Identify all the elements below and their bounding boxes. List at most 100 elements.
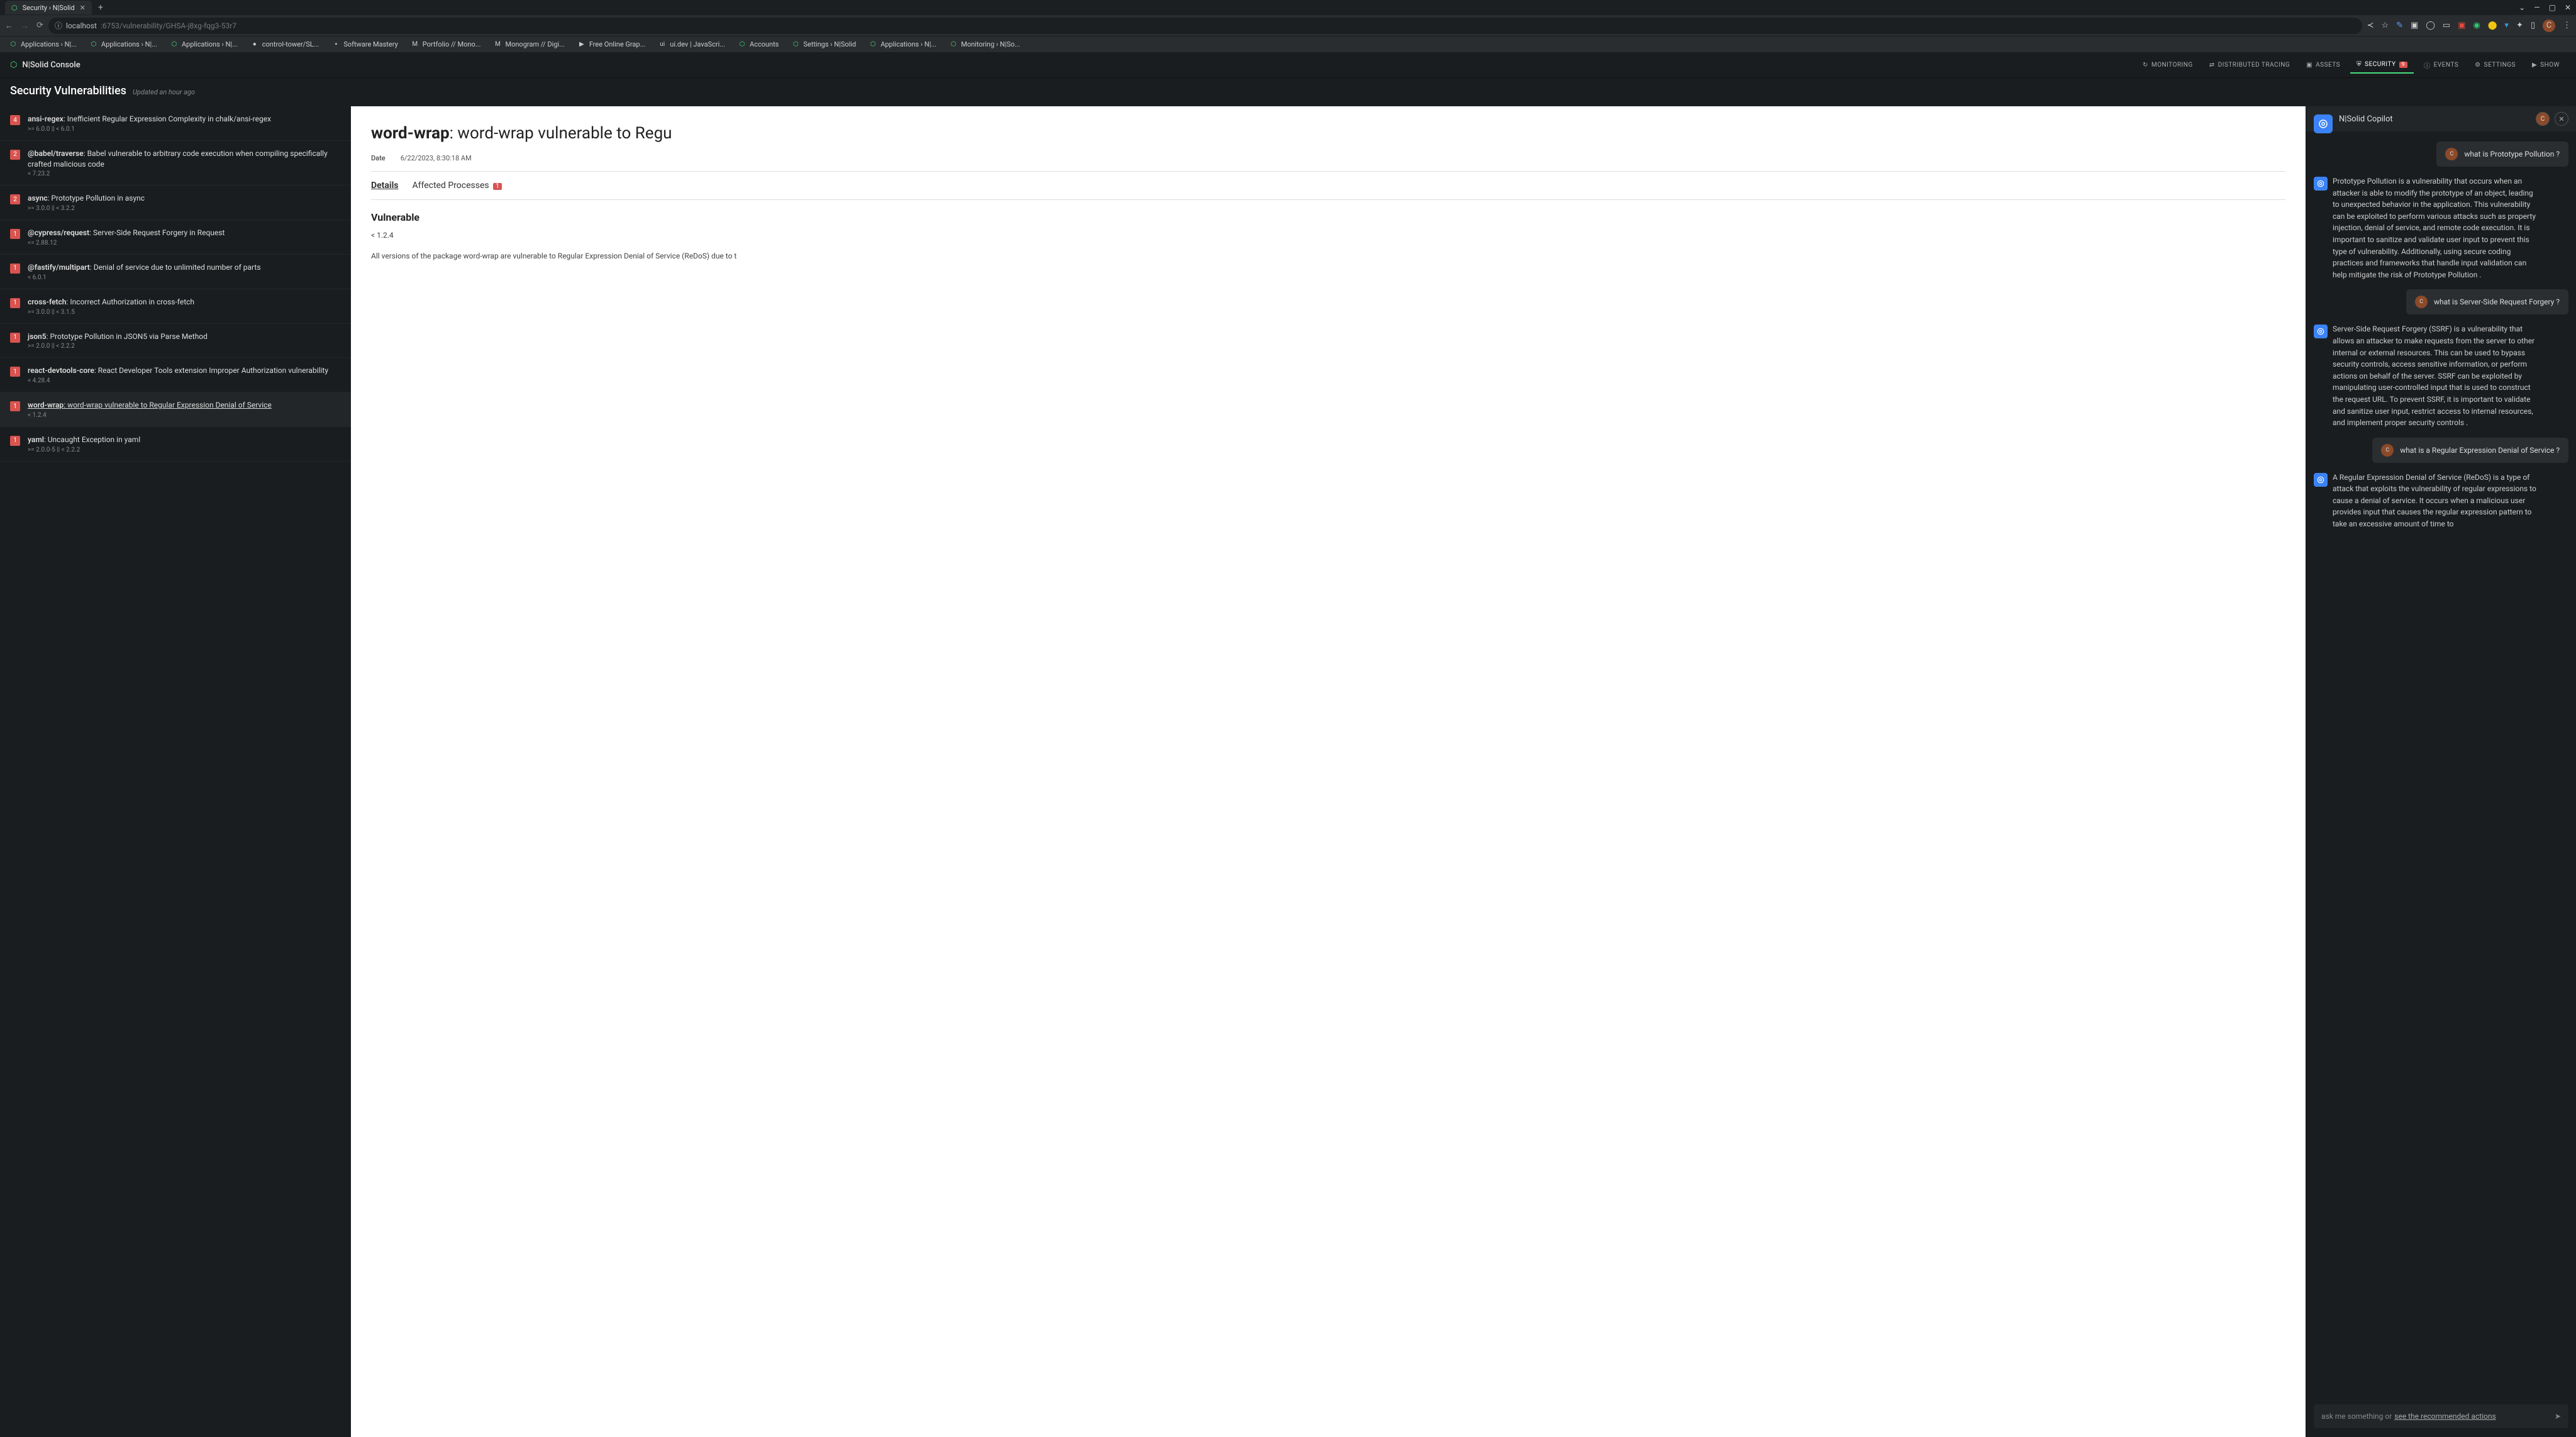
- bookmark-item[interactable]: ⬡Applications › N|...: [5, 39, 80, 50]
- vulnerability-item[interactable]: 1json5: Prototype Pollution in JSON5 via…: [0, 324, 351, 358]
- nav-item-events[interactable]: ⓘEVENTS: [2418, 57, 2465, 74]
- nav-icon: ⇄: [2209, 62, 2215, 69]
- vulnerability-item[interactable]: 2@babel/traverse: Babel vulnerable to ar…: [0, 141, 351, 186]
- ext-cube-icon[interactable]: ▣: [2411, 21, 2418, 30]
- detail-meta: Date 6/22/2023, 8:30:18 AM: [371, 154, 2285, 172]
- nav-item-settings[interactable]: ⚙SETTINGS: [2468, 57, 2522, 74]
- copilot-send-icon[interactable]: ➤: [2555, 1412, 2561, 1421]
- forward-button[interactable]: →: [21, 21, 29, 31]
- bookmark-item[interactable]: ⬡Applications › N|...: [865, 39, 940, 50]
- nav-icon: ⛨: [2357, 61, 2362, 68]
- vulnerability-item[interactable]: 1 react-devtools-core: React Developer To…: [0, 358, 351, 392]
- reload-button[interactable]: ⟳: [36, 21, 43, 31]
- bot-avatar-icon: [2314, 177, 2328, 191]
- menu-icon[interactable]: ⋮: [2563, 21, 2571, 30]
- vuln-title: json5: Prototype Pollution in JSON5 via …: [28, 331, 341, 342]
- nav-icon: ⚙: [2475, 62, 2480, 69]
- nav-item-assets[interactable]: ▣ASSETS: [2300, 57, 2346, 74]
- nav-item-monitoring[interactable]: ↻MONITORING: [2136, 57, 2199, 74]
- tab-title: Security › N|Solid: [23, 4, 75, 12]
- bookmark-item[interactable]: MPortfolio // Mono...: [407, 39, 485, 50]
- ext-green-icon[interactable]: ◉: [2473, 21, 2480, 30]
- vulnerability-detail: word-wrap: word-wrap vulnerable to Regu …: [351, 106, 2306, 1437]
- close-tab-icon[interactable]: ✕: [80, 4, 86, 12]
- vulnerability-item[interactable]: 1yaml: Uncaught Exception in yaml>= 2.0.…: [0, 427, 351, 462]
- nav-label: SHOW: [2540, 62, 2560, 69]
- main-layout: 4ansi-regex: Inefficient Regular Express…: [0, 106, 2576, 1437]
- url-path: :6753/vulnerability/GHSA-j8xg-fqg3-53r7: [101, 21, 236, 30]
- bookmark-star-icon[interactable]: ☆: [2381, 21, 2389, 30]
- bookmark-label: Settings › N|Solid: [803, 40, 856, 48]
- app-header: ⬡ N|Solid Console ↻MONITORING⇄DISTRIBUTE…: [0, 53, 2576, 78]
- bookmark-item[interactable]: ⬡Applications › N|...: [86, 39, 161, 50]
- vuln-count-badge: 1: [10, 367, 20, 377]
- vulnerability-item[interactable]: 1@cypress/request: Server-Side Request F…: [0, 220, 351, 255]
- close-window-icon[interactable]: ✕: [2565, 3, 2571, 12]
- ext-circle-icon[interactable]: ◯: [2426, 21, 2435, 30]
- url-input[interactable]: ⓘ localhost:6753/vulnerability/GHSA-j8xg…: [48, 18, 2362, 34]
- bookmark-item[interactable]: ●control-tower/SL...: [247, 39, 323, 50]
- nav-item-show[interactable]: ▶SHOW: [2526, 57, 2566, 74]
- vuln-range: >= 2.0.0 || < 2.2.2: [28, 343, 341, 350]
- vulnerability-item[interactable]: 1@fastify/multipart: Denial of service d…: [0, 255, 351, 289]
- bookmark-label: Monogram // Digi...: [505, 40, 564, 48]
- detail-section-title: Vulnerable: [371, 211, 2285, 223]
- vuln-count-badge: 1: [10, 264, 20, 274]
- tab-affected-processes[interactable]: Affected Processes 1: [413, 180, 502, 191]
- nav-item-distributed-tracing[interactable]: ⇄DISTRIBUTED TRACING: [2203, 57, 2296, 74]
- bot-avatar-icon: [2314, 325, 2328, 338]
- vulnerability-item[interactable]: 1cross-fetch: Incorrect Authorization in…: [0, 289, 351, 324]
- logo-icon: ⬡: [10, 60, 17, 70]
- bookmark-item[interactable]: ⬡Monitoring › N|So...: [945, 39, 1024, 50]
- tab-affected-badge: 1: [493, 183, 502, 190]
- ext-rect-icon[interactable]: ▭: [2443, 21, 2450, 30]
- bookmark-item[interactable]: MMonogram // Digi...: [489, 39, 568, 50]
- bookmark-item[interactable]: uiui.dev | JavaScri...: [654, 39, 729, 50]
- copilot-recommended-link[interactable]: see the recommended actions: [2394, 1412, 2496, 1421]
- info-icon[interactable]: ⓘ: [55, 20, 62, 31]
- chevron-down-icon[interactable]: ⌄: [2519, 3, 2525, 12]
- bookmark-item[interactable]: ⬡Accounts: [734, 39, 782, 50]
- vulnerability-item[interactable]: 1word-wrap: word-wrap vulnerable to Regu…: [0, 392, 351, 427]
- app-logo[interactable]: ⬡ N|Solid Console: [10, 60, 80, 70]
- bookmark-icon: ⬡: [9, 40, 18, 49]
- panel-icon[interactable]: ▯: [2531, 21, 2535, 30]
- vuln-title: react-devtools-core: React Developer Too…: [28, 365, 341, 376]
- ext-yellow-icon[interactable]: ⬤: [2488, 21, 2497, 30]
- message-text: Prototype Pollution is a vulnerability t…: [2333, 175, 2540, 280]
- ext-blue-icon[interactable]: ▾: [2504, 21, 2509, 30]
- bookmark-item[interactable]: ⬡Settings › N|Solid: [787, 39, 860, 50]
- copilot-close-button[interactable]: ✕: [2555, 112, 2568, 126]
- bookmark-icon: M: [493, 40, 502, 49]
- vulnerability-list[interactable]: 4ansi-regex: Inefficient Regular Express…: [0, 106, 351, 1437]
- new-tab-button[interactable]: +: [98, 3, 103, 13]
- bookmark-icon: ▪: [331, 40, 340, 49]
- back-button[interactable]: ←: [5, 21, 13, 31]
- bookmark-icon: ⬡: [738, 40, 747, 49]
- maximize-icon[interactable]: ▢: [2549, 3, 2556, 12]
- copilot-user-avatar[interactable]: C: [2536, 112, 2550, 126]
- copilot-title: N|Solid Copilot: [2339, 114, 2393, 124]
- bookmark-item[interactable]: ▪Software Mastery: [328, 39, 401, 50]
- vuln-range: >= 2.0.0-5 || < 2.2.2: [28, 447, 341, 453]
- ext-red-icon[interactable]: ▣: [2458, 21, 2465, 30]
- bookmark-label: Applications › N|...: [21, 40, 77, 48]
- tab-details[interactable]: Details: [371, 180, 399, 191]
- bookmark-item[interactable]: ▶Free Online Grap...: [574, 39, 649, 50]
- copilot-messages[interactable]: Cwhat is Prototype Pollution ?Prototype …: [2306, 131, 2576, 1398]
- profile-avatar[interactable]: C: [2543, 19, 2555, 32]
- ext-pen-icon[interactable]: ✎: [2396, 21, 2403, 30]
- nav-label: DISTRIBUTED TRACING: [2218, 62, 2290, 69]
- vulnerability-item[interactable]: 2async: Prototype Pollution in async>= 3…: [0, 186, 351, 220]
- minimize-icon[interactable]: —: [2534, 3, 2540, 12]
- share-icon[interactable]: ≺: [2367, 21, 2374, 30]
- copilot-input[interactable]: ask me something or see the recommended …: [2314, 1404, 2568, 1428]
- vuln-title: @babel/traverse: Babel vulnerable to arb…: [28, 148, 341, 170]
- bookmark-label: Free Online Grap...: [589, 40, 645, 48]
- vuln-title: yaml: Uncaught Exception in yaml: [28, 435, 341, 445]
- extensions-icon[interactable]: ✦: [2516, 21, 2523, 30]
- browser-tab[interactable]: ⬡ Security › N|Solid ✕: [5, 1, 92, 14]
- vulnerability-item[interactable]: 4ansi-regex: Inefficient Regular Express…: [0, 106, 351, 141]
- bookmark-item[interactable]: ⬡Applications › N|...: [166, 39, 242, 50]
- nav-item-security[interactable]: ⛨SECURITY9: [2350, 57, 2414, 74]
